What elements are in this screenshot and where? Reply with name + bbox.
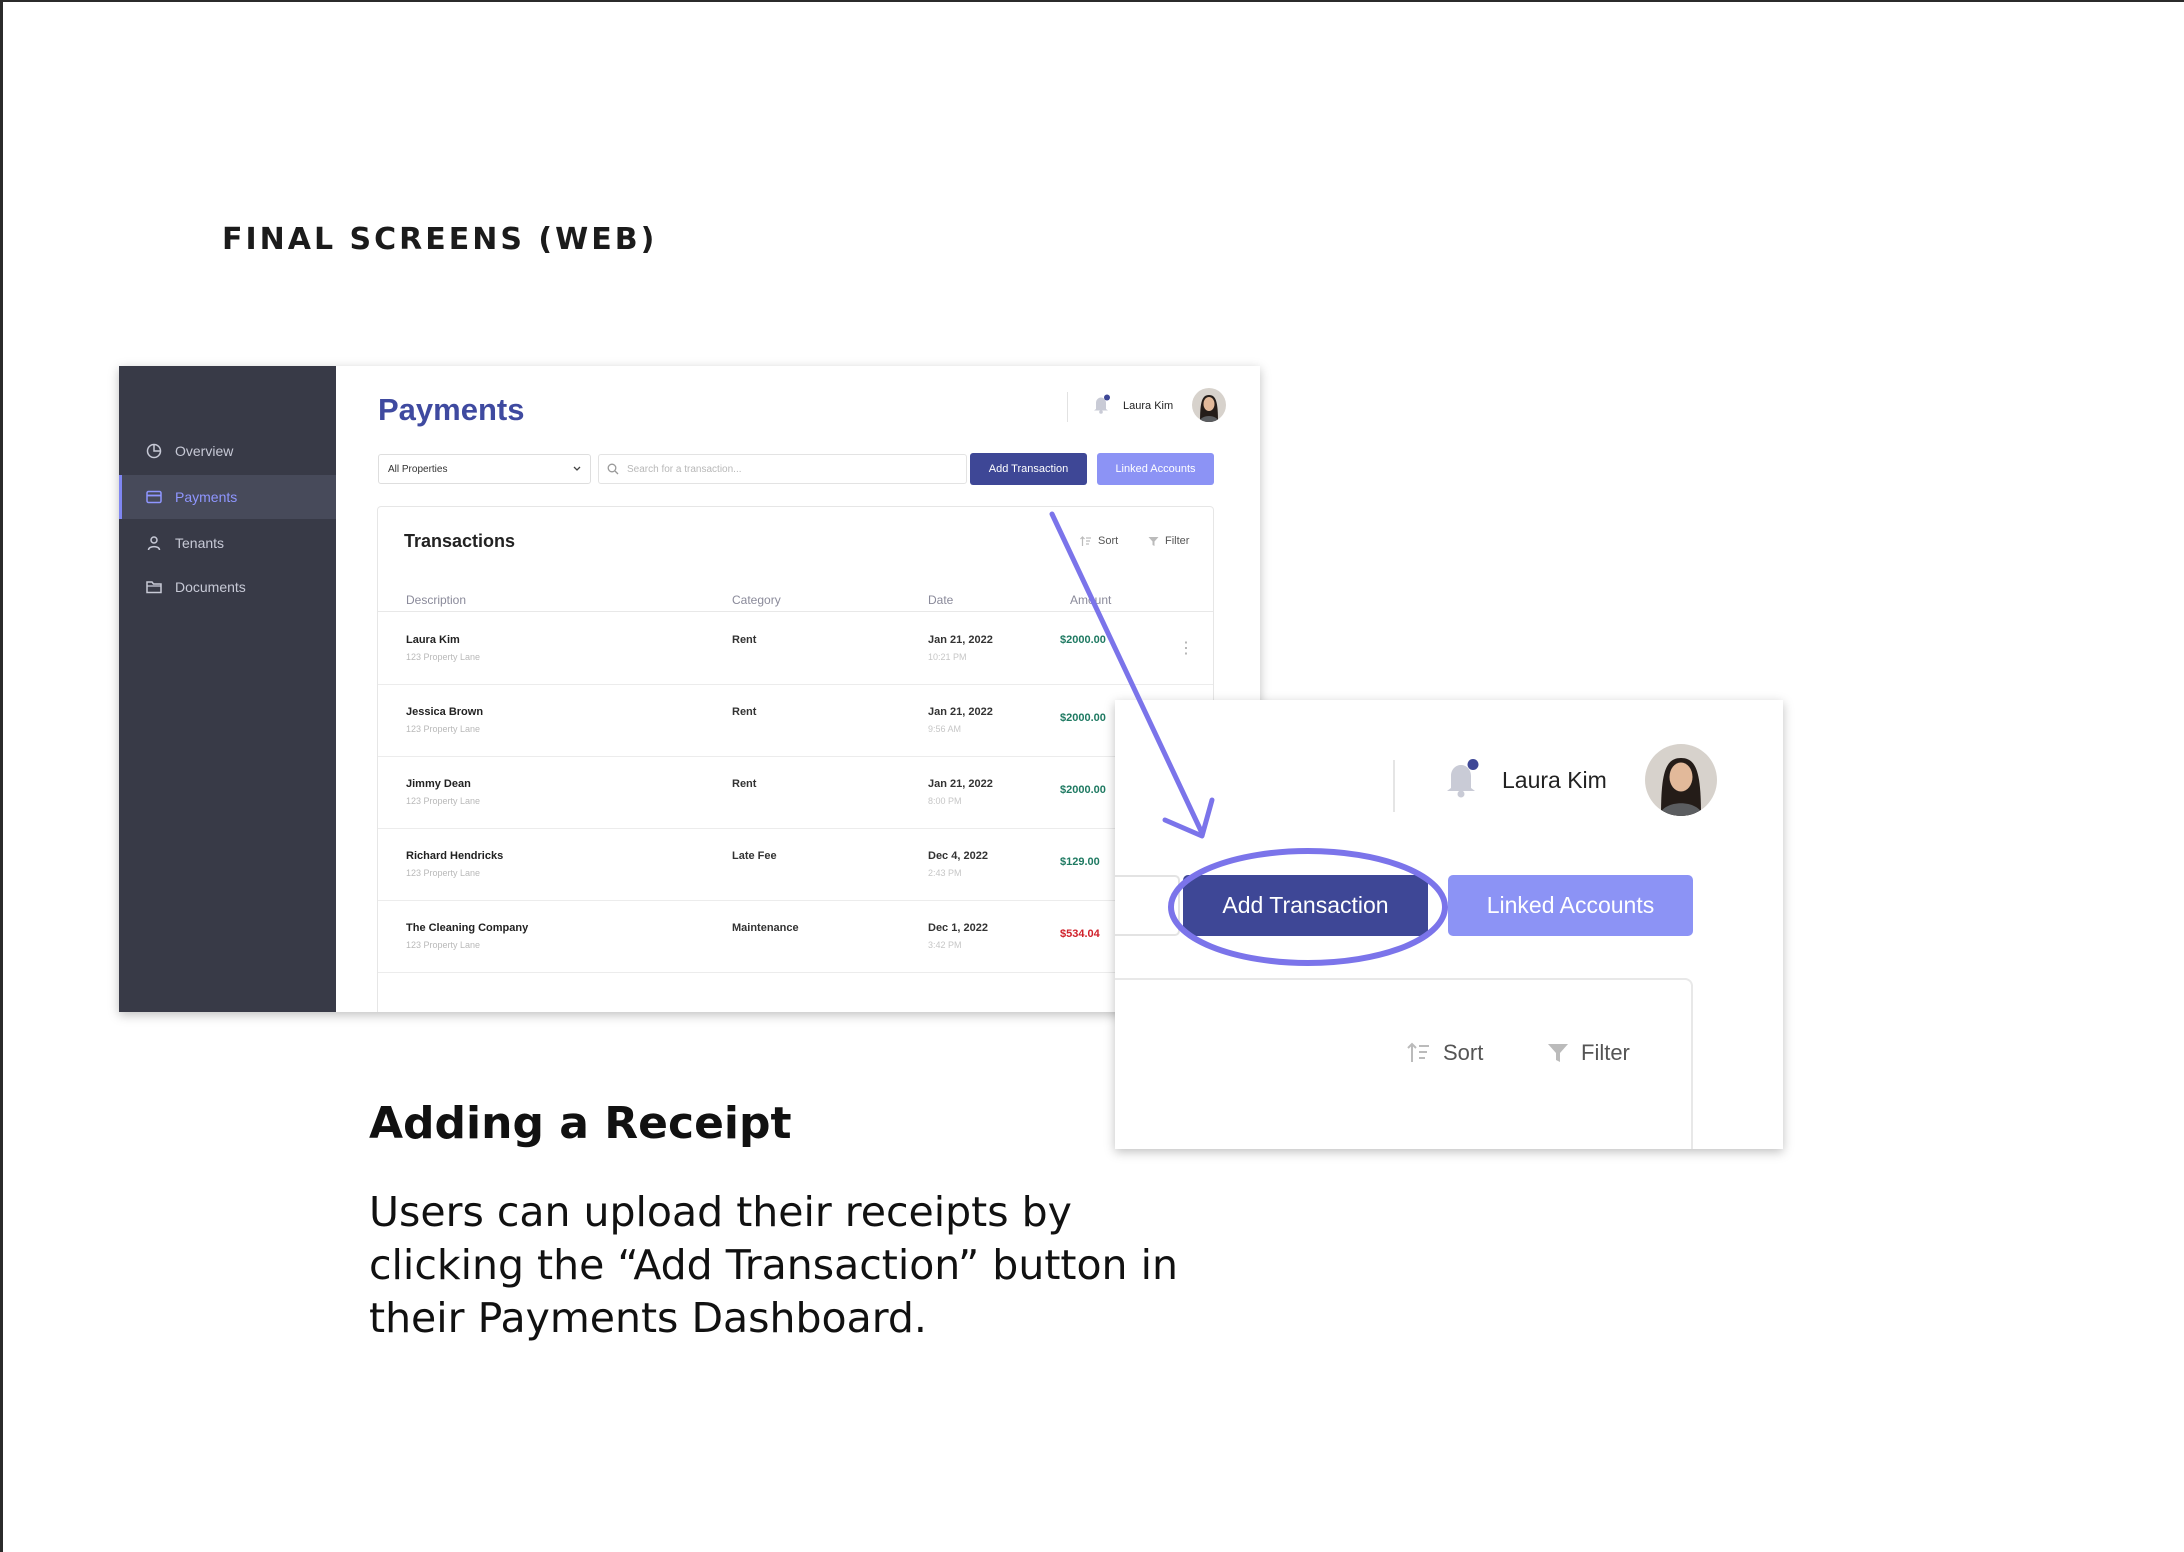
user-name[interactable]: Laura Kim — [1502, 767, 1607, 794]
add-transaction-button[interactable]: Add Transaction — [970, 453, 1087, 485]
sort-label: Sort — [1098, 535, 1119, 547]
row-date: Jan 21, 2022 — [928, 634, 993, 646]
folder-icon — [145, 578, 163, 596]
filter-label: Filter — [1165, 535, 1190, 547]
card-icon — [145, 488, 163, 506]
row-address: 123 Property Lane — [406, 796, 481, 806]
row-address: 123 Property Lane — [406, 652, 481, 662]
caption-body: Users can upload their receipts by click… — [369, 1186, 1269, 1345]
table-row[interactable]: Jimmy Dean 123 Property Lane Rent Jan 21… — [378, 756, 1213, 829]
sidebar-item-documents[interactable]: Documents — [119, 565, 336, 609]
payments-dashboard-screenshot: Overview Payments Tenants Documents Paym… — [119, 366, 1260, 1012]
sidebar-item-label: Tenants — [175, 535, 225, 551]
filter-icon — [1548, 1044, 1568, 1062]
add-transaction-button[interactable]: Add Transaction — [1183, 875, 1428, 936]
row-category: Late Fee — [732, 850, 777, 862]
row-time: 9:56 AM — [928, 724, 962, 734]
property-select[interactable]: All Properties — [378, 454, 591, 484]
search-input[interactable] — [1115, 875, 1180, 936]
row-time: 2:43 PM — [928, 868, 962, 878]
table-row[interactable]: Richard Hendricks 123 Property Lane Late… — [378, 828, 1213, 901]
row-name: Laura Kim — [406, 634, 460, 646]
row-date: Jan 21, 2022 — [928, 706, 993, 718]
more-options-icon[interactable]: ⋮ — [1178, 638, 1194, 658]
row-category: Rent — [732, 634, 757, 646]
linked-accounts-button[interactable]: Linked Accounts — [1097, 453, 1214, 485]
filter-label: Filter — [1581, 1040, 1630, 1065]
user-name[interactable]: Laura Kim — [1123, 400, 1173, 412]
sort-icon — [1407, 1042, 1429, 1062]
column-header-amount[interactable]: Amount — [1070, 593, 1111, 607]
row-category: Rent — [732, 706, 757, 718]
row-time: 3:42 PM — [928, 940, 962, 950]
header-divider — [1067, 392, 1068, 422]
sort-icon — [1080, 535, 1091, 546]
zoom-callout: Laura Kim Add Transaction Linked Account… — [1115, 700, 1783, 1149]
avatar[interactable] — [1192, 388, 1226, 422]
search-placeholder: Search for a transaction... — [627, 463, 742, 475]
person-icon — [145, 534, 163, 552]
sidebar-item-tenants[interactable]: Tenants — [119, 521, 336, 565]
search-icon — [607, 463, 619, 478]
sidebar-item-label: Overview — [175, 443, 234, 459]
row-amount: $2000.00 — [1060, 784, 1106, 796]
section-title: FINAL SCREENS (WEB) — [222, 222, 658, 257]
header-divider — [1393, 760, 1395, 812]
filter-icon — [1148, 536, 1159, 546]
row-category: Maintenance — [732, 922, 799, 934]
sidebar: Overview Payments Tenants Documents — [119, 366, 336, 1012]
row-amount: $2000.00 — [1060, 634, 1106, 646]
row-address: 123 Property Lane — [406, 724, 481, 734]
avatar[interactable] — [1645, 744, 1717, 816]
linked-accounts-button[interactable]: Linked Accounts — [1448, 875, 1693, 936]
column-header-description[interactable]: Description — [406, 593, 466, 607]
filter-button[interactable]: Filter — [1148, 535, 1189, 547]
page-border-top — [0, 0, 2184, 2]
row-address: 123 Property Lane — [406, 940, 481, 950]
row-name: The Cleaning Company — [406, 922, 529, 934]
row-amount: $2000.00 — [1060, 712, 1106, 724]
row-date: Jan 21, 2022 — [928, 778, 993, 790]
row-date: Dec 4, 2022 — [928, 850, 988, 862]
sidebar-item-label: Documents — [175, 579, 246, 595]
row-date: Dec 1, 2022 — [928, 922, 988, 934]
bell-icon[interactable] — [1093, 394, 1111, 418]
sort-label: Sort — [1443, 1040, 1484, 1065]
caption-line: clicking the “Add Transaction” button in — [369, 1241, 1178, 1289]
table-row[interactable]: Jessica Brown 123 Property Lane Rent Jan… — [378, 684, 1213, 757]
search-input[interactable]: Search for a transaction... — [598, 454, 967, 484]
transactions-title: Transactions — [404, 531, 516, 551]
row-amount: $534.04 — [1060, 928, 1100, 940]
sidebar-item-label: Payments — [175, 489, 238, 505]
row-time: 8:00 PM — [928, 796, 962, 806]
chevron-down-icon — [572, 463, 582, 476]
table-row[interactable]: The Cleaning Company 123 Property Lane M… — [378, 900, 1213, 973]
column-header-date[interactable]: Date — [928, 593, 953, 607]
sidebar-item-payments[interactable]: Payments — [119, 475, 336, 519]
sort-button[interactable]: Sort — [1080, 535, 1118, 547]
sort-button[interactable]: Sort — [1407, 1040, 1483, 1066]
caption-line: their Payments Dashboard. — [369, 1294, 927, 1342]
row-name: Richard Hendricks — [406, 850, 504, 862]
transactions-card: Transactions Sort Filter Description Cat… — [377, 506, 1214, 1012]
row-category: Rent — [732, 778, 757, 790]
bell-icon[interactable] — [1445, 758, 1481, 802]
page-title: Payments — [378, 392, 525, 427]
caption-title: Adding a Receipt — [369, 1098, 792, 1149]
filter-button[interactable]: Filter — [1547, 1040, 1630, 1066]
row-name: Jimmy Dean — [406, 778, 471, 790]
row-time: 10:21 PM — [928, 652, 967, 662]
row-address: 123 Property Lane — [406, 868, 481, 878]
caption-line: Users can upload their receipts by — [369, 1188, 1072, 1236]
pie-chart-icon — [145, 442, 163, 460]
row-name: Jessica Brown — [406, 706, 484, 718]
page-border — [0, 0, 3, 1552]
table-row[interactable]: Laura Kim 123 Property Lane Rent Jan 21,… — [378, 612, 1213, 685]
property-select-value: All Properties — [388, 463, 448, 475]
sidebar-item-overview[interactable]: Overview — [119, 429, 336, 473]
row-amount: $129.00 — [1060, 856, 1100, 868]
column-header-category[interactable]: Category — [732, 593, 781, 607]
